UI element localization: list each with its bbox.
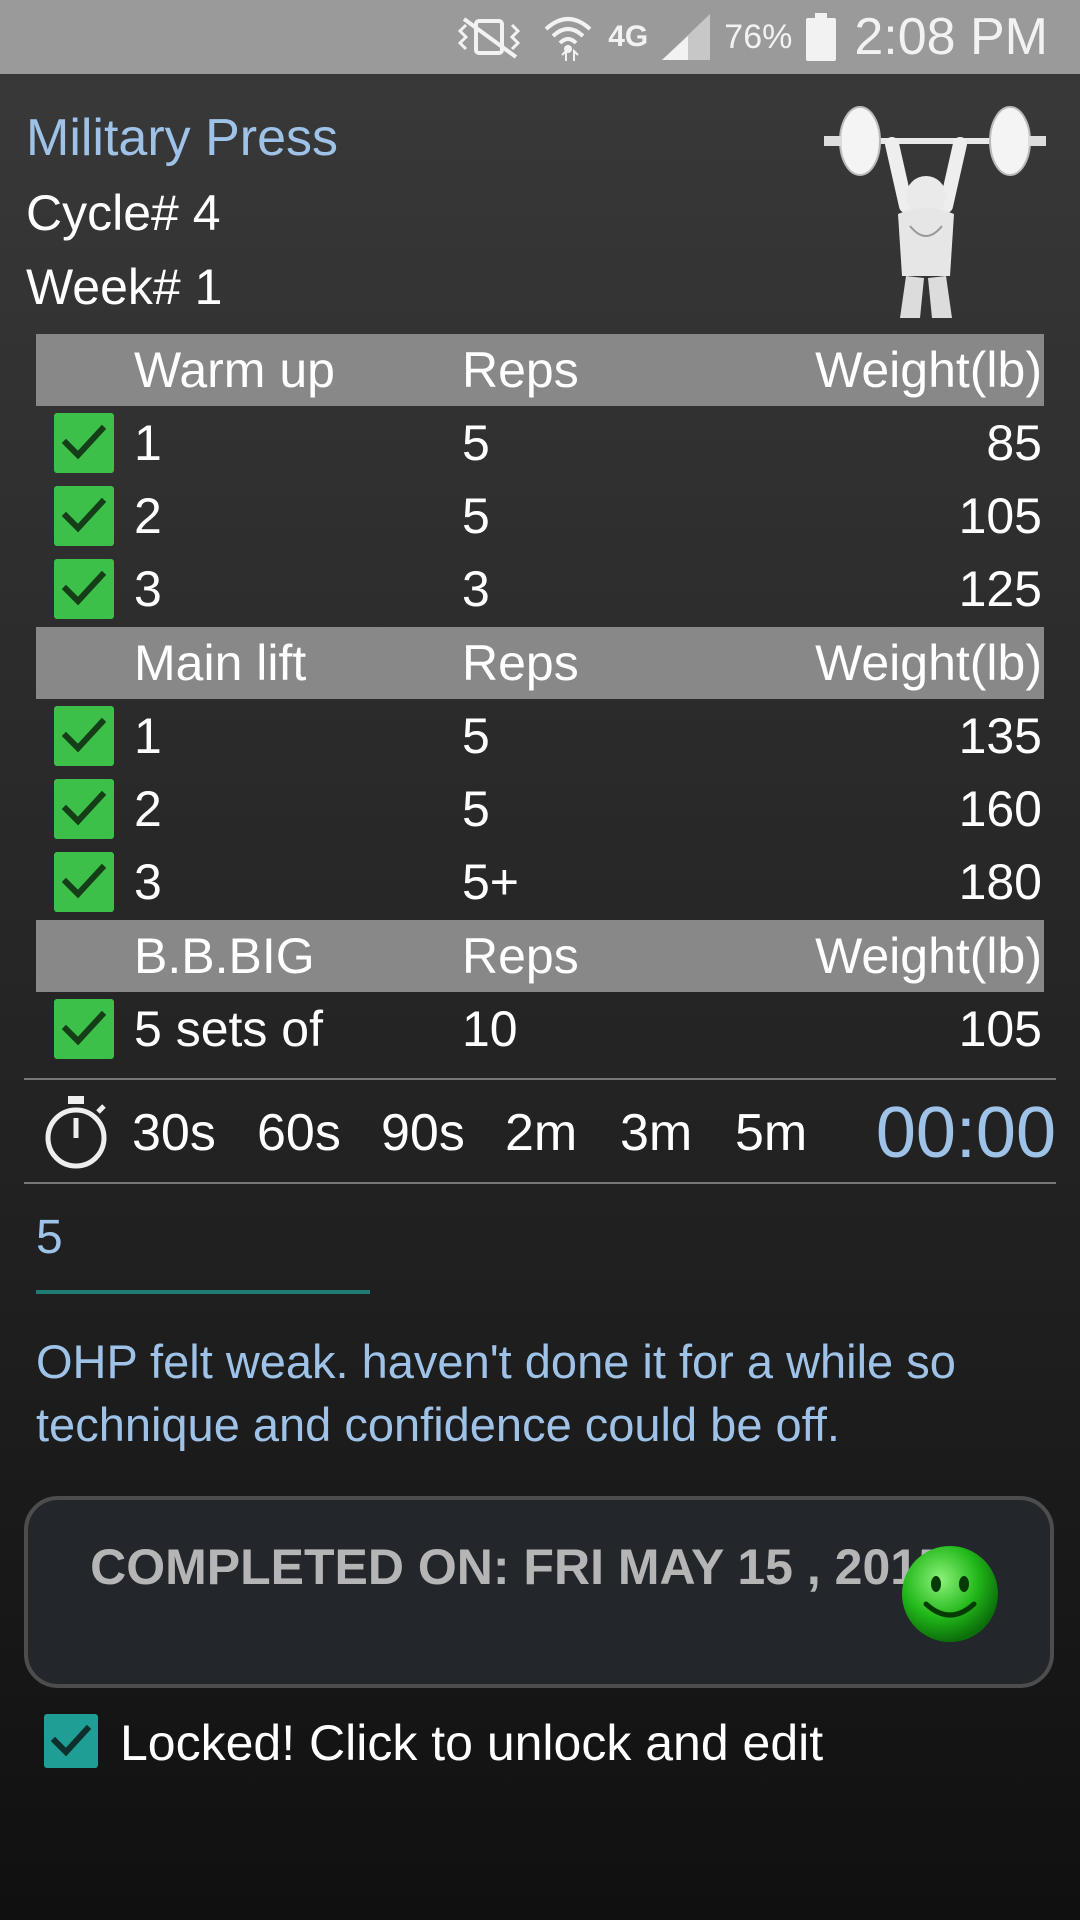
timer-preset-5m[interactable]: 5m	[735, 1103, 807, 1163]
set-complete-checkbox[interactable]	[54, 778, 114, 839]
section-name: Warm up	[134, 342, 335, 398]
set-number: 2	[134, 487, 162, 544]
reps-column-header: Reps	[462, 635, 579, 691]
timer-preset-60s[interactable]: 60s	[257, 1103, 341, 1163]
lock-label: Locked! Click to unlock and edit	[120, 1715, 824, 1771]
completed-date-label: COMPLETED ON: FRI MAY 15 , 2015	[90, 1539, 946, 1595]
set-row[interactable]: 2 5 105	[36, 479, 1044, 552]
battery-percent: 76%	[724, 17, 793, 56]
exercise-title: Military Press	[26, 109, 339, 167]
timer-preset-2m[interactable]: 2m	[505, 1103, 577, 1163]
lock-checkbox[interactable]	[44, 1714, 98, 1768]
timer-preset-3m[interactable]: 3m	[620, 1103, 692, 1163]
set-reps: 5	[462, 707, 490, 764]
section-name: B.B.BIG	[134, 928, 315, 984]
weight-column-header: Weight(lb)	[815, 635, 1042, 691]
set-number: 1	[134, 707, 162, 764]
set-complete-checkbox[interactable]	[54, 485, 114, 546]
timer-preset-30s[interactable]: 30s	[132, 1103, 216, 1163]
set-weight: 180	[958, 853, 1042, 910]
set-number: 2	[134, 780, 162, 837]
section-name: Main lift	[134, 635, 307, 691]
set-row[interactable]: 1 5 135	[36, 699, 1044, 772]
cycle-label: Cycle# 4	[26, 185, 221, 241]
set-number: 5 sets of	[134, 1000, 323, 1057]
amrap-reps-field[interactable]: 5	[36, 1210, 63, 1265]
lock-toggle[interactable]: Locked! Click to unlock and edit	[44, 1710, 944, 1771]
set-number: 1	[134, 414, 162, 471]
happy-smiley-icon[interactable]	[900, 1544, 1000, 1644]
weightlifter-icon	[820, 96, 1050, 318]
status-clock: 2:08 PM	[854, 8, 1048, 66]
set-weight: 135	[958, 707, 1042, 764]
set-reps: 5	[462, 487, 490, 544]
weight-column-header: Weight(lb)	[815, 928, 1042, 984]
rest-timer: 30s 60s 90s 2m 3m 5m 00:00	[24, 1084, 1056, 1182]
set-complete-checkbox[interactable]	[54, 851, 114, 912]
wifi-icon	[542, 13, 594, 61]
mute-vibrate-icon	[454, 15, 528, 59]
completed-button[interactable]: COMPLETED ON: FRI MAY 15 , 2015	[24, 1496, 1054, 1688]
set-row[interactable]: 2 5 160	[36, 772, 1044, 845]
timer-display[interactable]: 00:00	[876, 1092, 1056, 1174]
network-label: 4G	[608, 20, 649, 53]
reps-column-header: Reps	[462, 928, 579, 984]
set-weight: 125	[958, 560, 1042, 617]
set-number: 3	[134, 853, 162, 910]
set-row[interactable]: 5 sets of 10 105	[36, 992, 1044, 1065]
week-label: Week# 1	[26, 259, 223, 315]
set-weight: 105	[958, 1000, 1042, 1057]
set-reps: 5+	[462, 853, 520, 910]
status-bar: 4G 76% 2:08 PM	[0, 0, 1080, 74]
signal-icon	[662, 14, 711, 60]
set-weight: 160	[958, 780, 1042, 837]
battery-icon	[806, 13, 837, 61]
weight-column-header: Weight(lb)	[815, 342, 1042, 398]
workout-notes[interactable]: OHP felt weak. haven't done it for a whi…	[36, 1330, 1056, 1456]
set-row[interactable]: 3 3 125	[36, 552, 1044, 625]
set-reps: 5	[462, 780, 490, 837]
section-header: Warm up Reps Weight(lb)	[36, 334, 1044, 406]
amrap-field-underline	[36, 1290, 370, 1294]
set-reps: 5	[462, 414, 490, 471]
set-complete-checkbox[interactable]	[54, 412, 114, 473]
reps-column-header: Reps	[462, 342, 579, 398]
section-header: Main lift Reps Weight(lb)	[36, 627, 1044, 699]
set-complete-checkbox[interactable]	[54, 998, 114, 1059]
timer-preset-90s[interactable]: 90s	[381, 1103, 465, 1163]
set-reps: 10	[462, 1000, 518, 1057]
set-number: 3	[134, 560, 162, 617]
set-row[interactable]: 3 5+ 180	[36, 845, 1044, 918]
section-header: B.B.BIG Reps Weight(lb)	[36, 920, 1044, 992]
set-complete-checkbox[interactable]	[54, 705, 114, 766]
set-weight: 85	[986, 414, 1042, 471]
lte-icon: 4G	[608, 20, 648, 54]
stopwatch-icon[interactable]	[44, 1094, 108, 1170]
divider-bottom	[24, 1182, 1056, 1184]
set-complete-checkbox[interactable]	[54, 558, 114, 619]
set-row[interactable]: 1 5 85	[36, 406, 1044, 479]
set-weight: 105	[958, 487, 1042, 544]
divider-top	[24, 1078, 1056, 1080]
set-reps: 3	[462, 560, 490, 617]
